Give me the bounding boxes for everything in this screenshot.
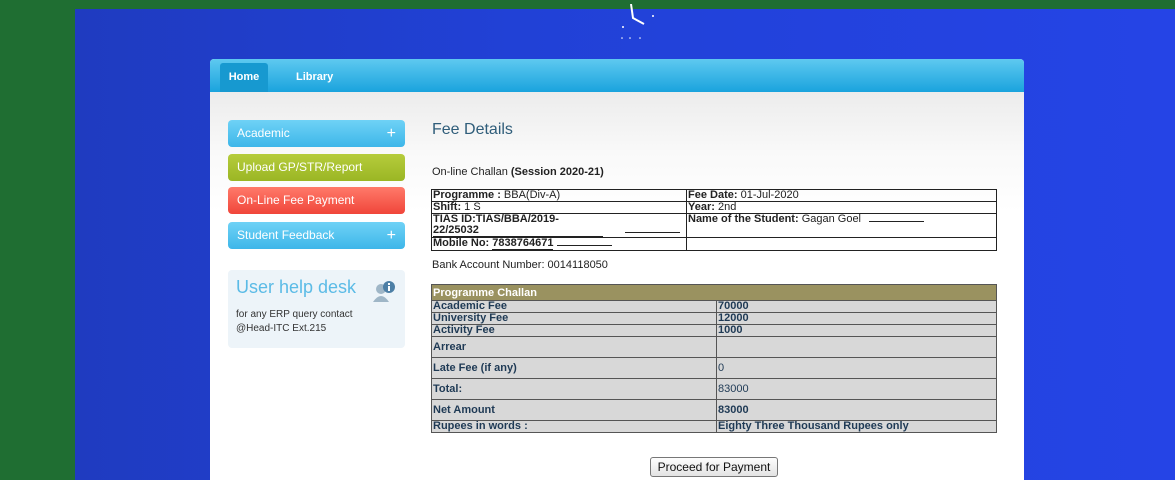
- challan-table-header: Programme Challan: [431, 284, 997, 301]
- expand-plus-icon[interactable]: +: [387, 120, 396, 147]
- help-desk-panel: User help desk for any ERP query contact…: [228, 270, 405, 348]
- fee-label: Arrear: [431, 336, 717, 358]
- fee-label: Total:: [431, 378, 717, 400]
- shift-cell: Shift: 1 S: [431, 201, 687, 214]
- fee-value: [716, 336, 997, 358]
- fee-label: Academic Fee: [431, 300, 717, 313]
- proceed-payment-button[interactable]: Proceed for Payment: [650, 457, 778, 477]
- table-row: Academic Fee 70000: [431, 300, 997, 313]
- table-row: Late Fee (if any) 0: [431, 357, 997, 379]
- fee-date-value: 01-Jul-2020: [740, 189, 799, 201]
- sidebar-item-label: Academic: [237, 126, 290, 140]
- shift-value: 1 S: [464, 201, 481, 213]
- year-label: Year:: [688, 201, 715, 213]
- student-name-cell: Name of the Student: Gagan Goel: [686, 213, 997, 238]
- expand-plus-icon[interactable]: +: [387, 222, 396, 249]
- student-name-value: Gagan Goel: [801, 213, 862, 225]
- fee-value: Eighty Three Thousand Rupees only: [716, 420, 997, 433]
- mobile-cell: Mobile No: 7838764671: [431, 237, 687, 251]
- user-info-icon: [373, 281, 395, 302]
- fee-label: Net Amount: [431, 399, 717, 421]
- programme-challan-table: Programme Challan Academic Fee 70000 Uni…: [431, 284, 997, 433]
- fee-value: 12000: [716, 312, 997, 325]
- top-navbar: Home Library: [210, 59, 1024, 92]
- student-info-table: Programme : BBA(Div-A) Fee Date: 01-Jul-…: [431, 189, 997, 251]
- mobile-value: 7838764671: [492, 237, 554, 250]
- fee-label: Rupees in words :: [431, 420, 717, 433]
- fee-label: Activity Fee: [431, 324, 717, 337]
- tias-id: TIAS ID:TIAS/BBA/2019-22/25032: [433, 214, 603, 237]
- table-row: University Fee 12000: [431, 312, 997, 325]
- fee-value: 0: [716, 357, 997, 379]
- help-desk-text: for any ERP query contact @Head-ITC Ext.…: [236, 308, 396, 336]
- student-name-label: Name of the Student:: [688, 213, 799, 225]
- fee-date-cell: Fee Date: 01-Jul-2020: [686, 189, 997, 202]
- table-row: Total: 83000: [431, 378, 997, 400]
- sidebar-item-label: Student Feedback: [237, 228, 335, 242]
- table-row: Net Amount 83000: [431, 399, 997, 421]
- challan-prefix: On-line Challan: [432, 166, 508, 178]
- fee-value: 83000: [716, 399, 997, 421]
- logo-icon: [621, 4, 654, 39]
- underline-decor: [557, 245, 613, 246]
- sidebar-item-fee-payment[interactable]: On-Line Fee Payment: [228, 187, 405, 214]
- year-value: 2nd: [717, 201, 737, 213]
- fee-label: University Fee: [431, 312, 717, 325]
- sidebar-item-feedback[interactable]: Student Feedback +: [228, 222, 405, 249]
- underline-decor: [625, 232, 680, 233]
- help-desk-title: User help desk: [236, 277, 357, 297]
- fee-value: 1000: [716, 324, 997, 337]
- table-row: Rupees in words : Eighty Three Thousand …: [431, 420, 997, 433]
- page-title: Fee Details: [432, 121, 513, 138]
- bank-account-line: Bank Account Number: 0014118050: [432, 259, 608, 271]
- year-cell: Year: 2nd: [686, 201, 997, 214]
- fee-value: 70000: [716, 300, 997, 313]
- nav-home[interactable]: Home: [220, 63, 268, 92]
- help-desk-line: @Head-ITC Ext.215: [236, 323, 327, 334]
- programme-cell: Programme : BBA(Div-A): [431, 189, 687, 202]
- shift-label: Shift:: [433, 201, 462, 213]
- sidebar-item-upload[interactable]: Upload GP/STR/Report: [228, 154, 405, 181]
- fee-value: 83000: [716, 378, 997, 400]
- main-page: Home Library Academic + Upload GP/STR/Re…: [210, 59, 1024, 480]
- help-desk-line: for any ERP query contact: [236, 309, 353, 320]
- table-row: Activity Fee 1000: [431, 324, 997, 337]
- session-label: (Session 2020-21): [510, 166, 604, 178]
- mobile-label: Mobile No:: [433, 237, 490, 249]
- sidebar-item-label: On-Line Fee Payment: [237, 193, 355, 207]
- programme-value: BBA(Div-A): [503, 189, 561, 201]
- fee-label: Late Fee (if any): [431, 357, 717, 379]
- nav-library[interactable]: Library: [296, 63, 333, 92]
- fee-date-label: Fee Date:: [688, 189, 738, 201]
- sidebar-item-academic[interactable]: Academic +: [228, 120, 405, 147]
- empty-cell: [686, 237, 997, 251]
- tias-id-cell: TIAS ID:TIAS/BBA/2019-22/25032: [431, 213, 687, 238]
- challan-heading: On-line Challan (Session 2020-21): [432, 166, 604, 178]
- underline-decor: [869, 221, 925, 222]
- table-row: Arrear: [431, 336, 997, 358]
- programme-label: Programme :: [433, 189, 501, 201]
- sidebar-item-label: Upload GP/STR/Report: [237, 160, 363, 174]
